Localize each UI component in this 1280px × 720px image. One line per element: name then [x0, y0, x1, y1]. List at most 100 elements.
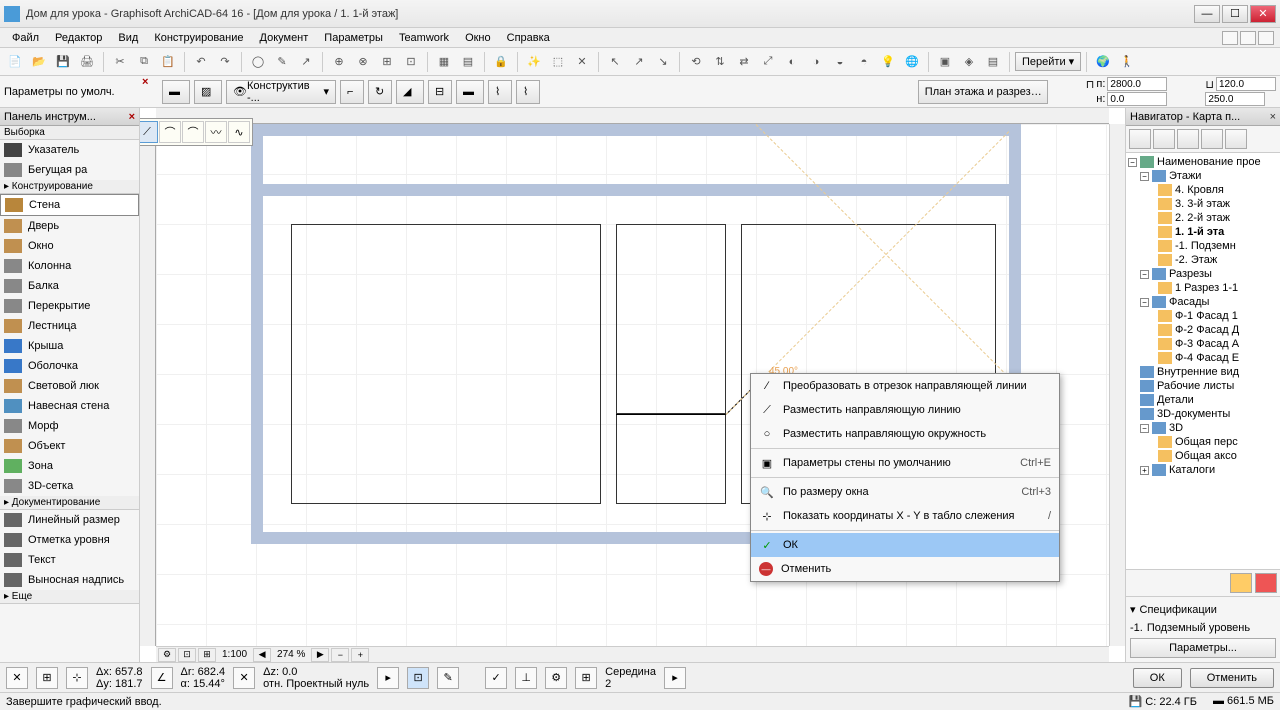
tool-skylight[interactable]: Световой люк [0, 376, 139, 396]
navigator-close-icon[interactable]: × [1270, 111, 1276, 123]
gear1-icon[interactable]: ⚙ [545, 667, 567, 689]
bottom-height-input[interactable] [1107, 92, 1167, 106]
snap3-icon[interactable]: ⊞ [376, 51, 398, 73]
open-icon[interactable]: 📂 [28, 51, 50, 73]
tree-stories[interactable]: −Этажи [1128, 169, 1278, 183]
tool-stair[interactable]: Лестница [0, 316, 139, 336]
tree-story-4[interactable]: 4. Кровля [1128, 183, 1278, 197]
zoom-prev-icon[interactable]: ◀ [253, 648, 271, 662]
group-document[interactable]: ▸ Документирование [0, 496, 139, 510]
ctx-fit-window[interactable]: 🔍По размеру окнаCtrl+3 [751, 480, 1059, 504]
tree-worksheets[interactable]: Рабочие листы [1128, 379, 1278, 393]
drawmode-arc1-icon[interactable]: ⌒ [159, 121, 181, 143]
tree-elevations[interactable]: −Фасады [1128, 295, 1278, 309]
snap-grid-icon[interactable]: ⊞ [36, 667, 58, 689]
nav-view-icon[interactable] [1153, 129, 1175, 149]
thickness-input[interactable] [1216, 77, 1276, 91]
grid1-icon[interactable]: ▦ [433, 51, 455, 73]
hatch-button[interactable]: ▨ [194, 80, 222, 104]
snap1-icon[interactable]: ⊕ [328, 51, 350, 73]
tree-catalogs[interactable]: +Каталоги [1128, 463, 1278, 477]
tree-axo[interactable]: Общая аксо [1128, 449, 1278, 463]
tree-story-m2[interactable]: -2. Этаж [1128, 253, 1278, 267]
gear2-icon[interactable]: ⊞ [575, 667, 597, 689]
go-button[interactable]: Перейти▾ [1015, 52, 1081, 71]
origin-drop-icon[interactable]: ▸ [377, 667, 399, 689]
edit2-icon[interactable]: ⇅ [709, 51, 731, 73]
tool-leader[interactable]: Выносная надпись [0, 570, 139, 590]
ctx-cancel[interactable]: —Отменить [751, 557, 1059, 581]
view3-icon[interactable]: ▤ [982, 51, 1004, 73]
geom1-button[interactable]: ⌐ [340, 80, 364, 104]
spec-params-button[interactable]: Параметры... [1130, 638, 1276, 658]
infobar-close-icon[interactable]: × [142, 76, 156, 90]
nav-new-icon[interactable] [1230, 573, 1252, 593]
ctx-place-line[interactable]: ⟋Разместить направляющую линию [751, 398, 1059, 422]
sel-icon[interactable]: ⬚ [547, 51, 569, 73]
tree-3d[interactable]: −3D [1128, 421, 1278, 435]
pencil-icon[interactable]: ✎ [271, 51, 293, 73]
tool-roof[interactable]: Крыша [0, 336, 139, 356]
element-icon-button[interactable]: ▬ [162, 80, 190, 104]
polar-icon[interactable]: ∠ [151, 667, 173, 689]
group-konstruct[interactable]: ▸ Конструирование [0, 180, 139, 194]
toolpanel-close-icon[interactable]: × [129, 111, 135, 123]
nav1-icon[interactable]: 🌍 [1092, 51, 1114, 73]
minimize-button[interactable]: — [1194, 5, 1220, 23]
drawmode-bezier-icon[interactable]: ∿ [228, 121, 250, 143]
pick-icon[interactable]: ◯ [247, 51, 269, 73]
group-select[interactable]: Выборка [0, 126, 139, 140]
tree-elev-4[interactable]: Ф-4 Фасад Е [1128, 351, 1278, 365]
cut-icon[interactable]: ✂ [109, 51, 131, 73]
zoom-sel-icon[interactable]: ⊞ [198, 648, 216, 662]
tree-details[interactable]: Детали [1128, 393, 1278, 407]
nav-project-icon[interactable] [1129, 129, 1151, 149]
floorplan-button[interactable]: План этажа и разрез… [918, 80, 1048, 104]
top-height-input[interactable] [1107, 77, 1167, 91]
bulb-icon[interactable]: 💡 [877, 51, 899, 73]
drawmode-line-icon[interactable]: ⟋ [140, 121, 158, 143]
globe-icon[interactable]: 🌐 [901, 51, 923, 73]
cursor1-icon[interactable]: ↖ [604, 51, 626, 73]
tool-curtain[interactable]: Навесная стена [0, 396, 139, 416]
ctx-wall-params[interactable]: ▣Параметры стены по умолчаниюCtrl+E [751, 451, 1059, 475]
tool-levdim[interactable]: Отметка уровня [0, 530, 139, 550]
zoom-opts-icon[interactable]: ⚙ [158, 648, 176, 662]
z-icon[interactable]: ✕ [233, 667, 255, 689]
tree-story-m1[interactable]: -1. Подземн [1128, 239, 1278, 253]
zoom-next-icon[interactable]: ▶ [311, 648, 329, 662]
ctx-place-circle[interactable]: ○Разместить направляющую окружность [751, 422, 1059, 446]
menu-file[interactable]: Файл [4, 30, 47, 46]
tool-door[interactable]: Дверь [0, 216, 139, 236]
tree-story-3[interactable]: 3. 3-й этаж [1128, 197, 1278, 211]
cursor3-icon[interactable]: ↘ [652, 51, 674, 73]
ctx-show-coords[interactable]: ⊹Показать координаты X - Y в табло слеже… [751, 504, 1059, 528]
scale-label[interactable]: 1:100 [218, 649, 251, 660]
nav-more-icon[interactable] [1225, 129, 1247, 149]
edit3-icon[interactable]: ⇄ [733, 51, 755, 73]
snap-point-icon[interactable]: ⊹ [66, 667, 88, 689]
tool-column[interactable]: Колонна [0, 256, 139, 276]
drawmode-arc2-icon[interactable]: ⌒ [182, 121, 204, 143]
nav-publisher-icon[interactable] [1201, 129, 1223, 149]
tool-wall[interactable]: Стена [0, 194, 139, 216]
edit1-icon[interactable]: ⟲ [685, 51, 707, 73]
menu-view[interactable]: Вид [110, 30, 146, 46]
menu-help[interactable]: Справка [499, 30, 558, 46]
tool-text[interactable]: Текст [0, 550, 139, 570]
tree-elev-2[interactable]: Ф-2 Фасад Д [1128, 323, 1278, 337]
check-icon[interactable]: ✓ [485, 667, 507, 689]
tool-marquee[interactable]: Бегущая ра [0, 160, 139, 180]
magic-icon[interactable]: ✨ [523, 51, 545, 73]
grid2-icon[interactable]: ▤ [457, 51, 479, 73]
print-icon[interactable]: 🖨 [76, 51, 98, 73]
redo-icon[interactable]: ↷ [214, 51, 236, 73]
tool-zone[interactable]: Зона [0, 456, 139, 476]
coord-cancel-button[interactable]: Отменить [1190, 668, 1274, 688]
tree-3ddocs[interactable]: 3D-документы [1128, 407, 1278, 421]
zoom-label[interactable]: 274 % [273, 649, 309, 660]
tree-story-1[interactable]: 1. 1-й эта [1128, 225, 1278, 239]
group-more[interactable]: ▸ Еще [0, 590, 139, 604]
nav-layout-icon[interactable] [1177, 129, 1199, 149]
snap-edit-icon[interactable]: ✎ [437, 667, 459, 689]
